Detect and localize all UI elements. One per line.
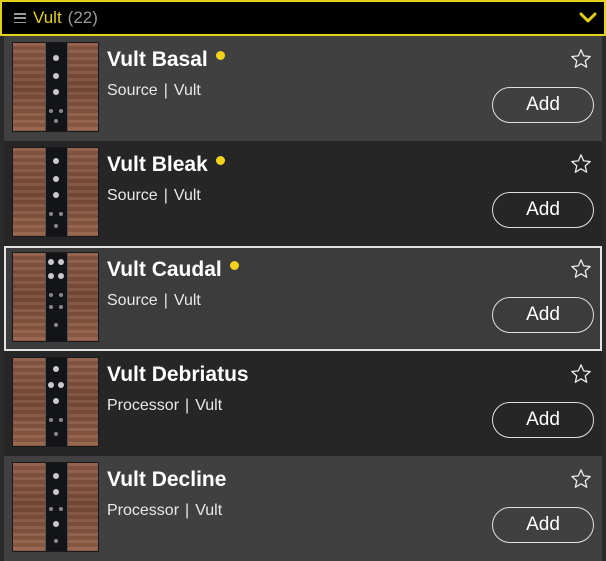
module-meta: Source | Vult (107, 187, 201, 205)
module-category: Processor (107, 502, 180, 519)
module-thumbnail (12, 147, 99, 237)
add-button[interactable]: Add (492, 402, 594, 438)
module-name: Vult Decline (107, 468, 227, 491)
module-thumbnail (12, 42, 99, 132)
dot-icon (215, 51, 225, 60)
star-outline-icon[interactable] (570, 363, 592, 385)
module-row[interactable]: Vult Basal Source | Vult Add (4, 36, 602, 141)
module-brand: Vult (195, 397, 223, 414)
module-brand: Vult (173, 82, 201, 99)
module-name: Vult Caudal (107, 258, 239, 282)
star-outline-icon[interactable] (570, 48, 592, 70)
module-meta: Processor | Vult (107, 502, 222, 520)
module-meta: Source | Vult (107, 82, 201, 100)
module-row-selected[interactable]: Vult Caudal Source | Vult Add (4, 246, 602, 351)
module-name: Vult Debriatus (107, 363, 249, 386)
module-brand: Vult (195, 502, 223, 519)
module-category: Source (107, 82, 158, 99)
module-thumbnail (12, 357, 99, 447)
module-row[interactable]: Vult Bleak Source | Vult Add (4, 141, 602, 246)
module-brand: Vult (173, 187, 201, 204)
module-category: Source (107, 292, 158, 309)
add-button[interactable]: Add (492, 297, 594, 333)
module-meta: Processor | Vult (107, 397, 222, 415)
module-row[interactable]: Vult Decline Processor | Vult Add (4, 456, 602, 561)
module-meta: Source | Vult (107, 292, 201, 310)
add-button[interactable]: Add (492, 192, 594, 228)
meta-separator: | (163, 82, 168, 99)
module-name: Vult Bleak (107, 153, 225, 177)
meta-separator: | (185, 397, 190, 414)
list-icon (14, 13, 26, 23)
module-name: Vult Basal (107, 48, 225, 72)
chevron-down-icon[interactable] (578, 8, 598, 28)
module-thumbnail (12, 252, 99, 342)
module-thumbnail (12, 462, 99, 552)
add-button[interactable]: Add (492, 87, 594, 123)
module-count: (22) (67, 8, 98, 27)
star-outline-icon[interactable] (570, 258, 592, 280)
meta-separator: | (163, 292, 168, 309)
module-category: Source (107, 187, 158, 204)
meta-separator: | (163, 187, 168, 204)
module-brand: Vult (173, 292, 201, 309)
star-outline-icon[interactable] (570, 153, 592, 175)
library-header[interactable]: Vult (22) (0, 0, 606, 36)
module-row[interactable]: Vult Debriatus Processor | Vult Add (4, 351, 602, 456)
meta-separator: | (185, 502, 190, 519)
star-outline-icon[interactable] (570, 468, 592, 490)
module-category: Processor (107, 397, 180, 414)
brand-filter-title: Vult (33, 8, 62, 27)
dot-icon (229, 261, 239, 270)
module-list[interactable]: Vult Basal Source | Vult Add Vult Bleak S (4, 36, 602, 561)
add-button[interactable]: Add (492, 507, 594, 543)
dot-icon (215, 156, 225, 165)
